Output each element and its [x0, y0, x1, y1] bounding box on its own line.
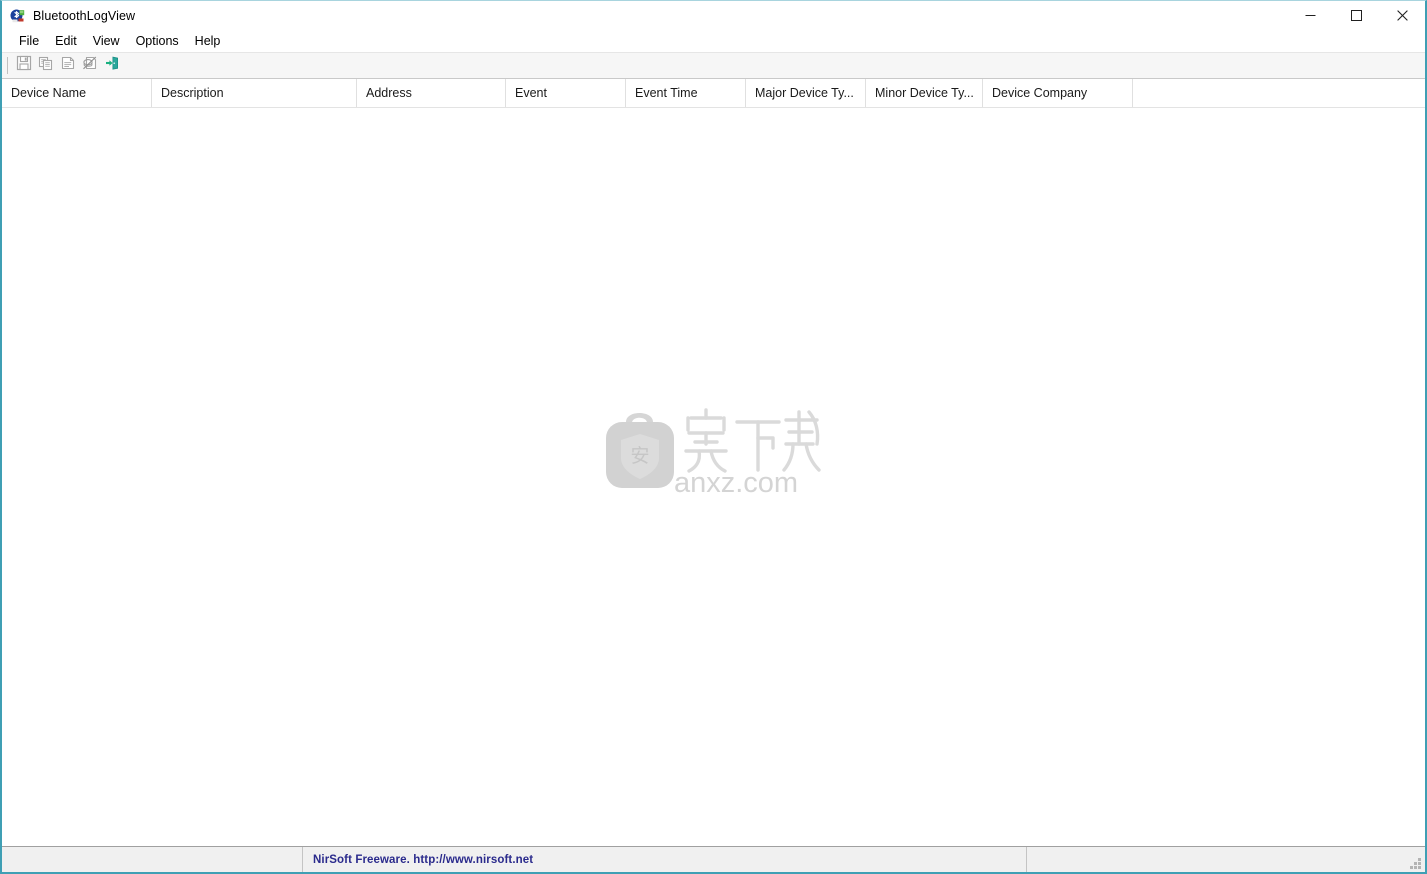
window-controls — [1287, 1, 1425, 30]
toolbar — [2, 52, 1425, 79]
nirsoft-link[interactable]: NirSoft Freeware. http://www.nirsoft.net — [313, 854, 533, 866]
copy-icon — [38, 55, 54, 76]
close-button[interactable] — [1379, 1, 1425, 30]
save-button[interactable] — [13, 55, 35, 77]
svg-text:安: 安 — [630, 445, 649, 467]
watermark-brand-text: anxz.com — [673, 467, 797, 495]
list-body[interactable]: 安 anxz.com — [2, 108, 1425, 846]
column-label: Event — [515, 86, 547, 100]
column-label: Address — [366, 86, 412, 100]
column-header-description[interactable]: Description — [152, 79, 357, 107]
statusbar: NirSoft Freeware. http://www.nirsoft.net — [2, 846, 1425, 872]
column-label: Event Time — [635, 86, 698, 100]
window-title: BluetoothLogView — [33, 8, 136, 23]
column-header-minor-device-type[interactable]: Minor Device Ty... — [866, 79, 983, 107]
menu-file[interactable]: File — [11, 32, 47, 51]
status-pane-right — [1026, 847, 1425, 872]
column-header-filler — [1133, 79, 1425, 107]
copy-button[interactable] — [35, 55, 57, 77]
toolbar-grip — [7, 57, 8, 74]
column-header-event[interactable]: Event — [506, 79, 626, 107]
refresh-button[interactable] — [79, 55, 101, 77]
column-label: Device Name — [11, 86, 87, 100]
status-pane-left — [2, 847, 302, 872]
minimize-button[interactable] — [1287, 1, 1333, 30]
resize-grip[interactable] — [1408, 856, 1422, 870]
list-header: Device Name Description Address Event Ev… — [2, 79, 1425, 108]
column-header-event-time[interactable]: Event Time — [626, 79, 746, 107]
save-icon — [16, 55, 32, 76]
app-window: BluetoothLogView File Edit View Options … — [0, 0, 1427, 874]
column-label: Description — [161, 86, 224, 100]
watermark-logo: 安 anxz.com — [605, 408, 821, 495]
properties-icon — [60, 55, 76, 76]
column-label: Device Company — [992, 86, 1088, 100]
column-header-device-company[interactable]: Device Company — [983, 79, 1133, 107]
bluetooth-app-icon — [10, 8, 26, 24]
column-label: Major Device Ty... — [755, 86, 854, 100]
column-header-device-name[interactable]: Device Name — [2, 79, 152, 107]
column-header-major-device-type[interactable]: Major Device Ty... — [746, 79, 866, 107]
column-header-address[interactable]: Address — [357, 79, 506, 107]
exit-button[interactable] — [101, 55, 123, 77]
maximize-button[interactable] — [1333, 1, 1379, 30]
menu-edit[interactable]: Edit — [47, 32, 85, 51]
watermark: 安 anxz.com — [2, 400, 1425, 495]
refresh-icon — [82, 55, 98, 76]
menu-options[interactable]: Options — [128, 32, 187, 51]
menubar: File Edit View Options Help — [2, 30, 1425, 52]
exit-icon — [104, 55, 120, 76]
properties-button[interactable] — [57, 55, 79, 77]
status-pane-center[interactable]: NirSoft Freeware. http://www.nirsoft.net — [302, 847, 1026, 872]
titlebar: BluetoothLogView — [2, 1, 1425, 30]
menu-view[interactable]: View — [85, 32, 128, 51]
menu-help[interactable]: Help — [187, 32, 229, 51]
column-label: Minor Device Ty... — [875, 86, 974, 100]
